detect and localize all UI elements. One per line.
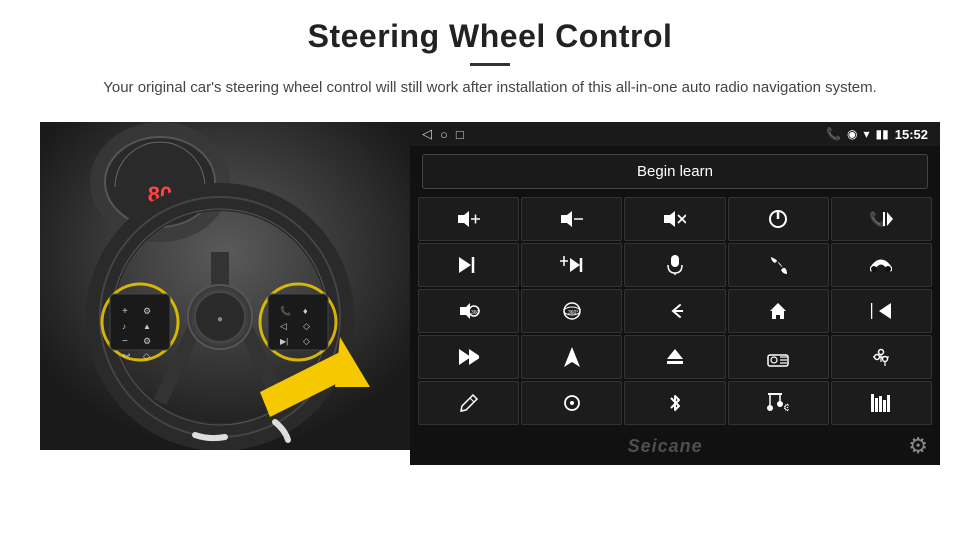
- svg-text:−: −: [122, 336, 128, 347]
- equalizer-button[interactable]: [831, 335, 932, 379]
- call-button[interactable]: [728, 243, 829, 287]
- svg-text:+: +: [122, 306, 128, 317]
- svg-text:◁: ◁: [280, 321, 287, 331]
- svg-text:360°: 360°: [471, 310, 480, 316]
- bluetooth-button[interactable]: [624, 381, 725, 425]
- eject-button[interactable]: [624, 335, 725, 379]
- svg-text:📞: 📞: [280, 305, 292, 316]
- title-divider: [470, 63, 510, 66]
- statusbar-left: ◁ ○ □: [422, 126, 464, 142]
- mute-button[interactable]: [624, 197, 725, 241]
- status-bar: ◁ ○ □ 📞 ◉ ▾ ▮▮ 15:52: [410, 122, 940, 146]
- time-display: 15:52: [895, 127, 928, 142]
- settings-gear-icon[interactable]: ⚙: [908, 433, 928, 459]
- svg-text:360°: 360°: [568, 310, 578, 316]
- home-button[interactable]: [728, 289, 829, 333]
- sound-button[interactable]: 360°: [418, 289, 519, 333]
- svg-text:⚙: ⚙: [143, 336, 151, 346]
- hangup-button[interactable]: [831, 243, 932, 287]
- steering-wheel-image: 80 km/h ● + ♪: [40, 122, 410, 450]
- bars-button[interactable]: [831, 381, 932, 425]
- vol-down-button[interactable]: [521, 197, 622, 241]
- statusbar-right: 📞 ◉ ▾ ▮▮ 15:52: [826, 127, 928, 142]
- svg-text:⚙: ⚙: [143, 306, 151, 316]
- pen-button[interactable]: [418, 381, 519, 425]
- svg-text:●: ●: [217, 314, 223, 325]
- seicane-watermark: Seicane: [422, 436, 908, 457]
- controls-grid: 📞 360°: [410, 197, 940, 429]
- music-button[interactable]: ⚙: [728, 381, 829, 425]
- page-container: Steering Wheel Control Your original car…: [0, 0, 980, 548]
- battery-icon: ▮▮: [876, 127, 889, 141]
- content-area: 80 km/h ● + ♪: [40, 122, 940, 548]
- svg-text:◇: ◇: [303, 321, 310, 331]
- nav-button[interactable]: [521, 335, 622, 379]
- begin-learn-button[interactable]: Begin learn: [422, 154, 928, 189]
- recents-nav-icon[interactable]: □: [456, 127, 464, 142]
- power-button[interactable]: [728, 197, 829, 241]
- svg-text:♦: ♦: [303, 306, 308, 316]
- svg-text:◇: ◇: [303, 336, 310, 346]
- svg-text:⚙: ⚙: [783, 403, 789, 413]
- radio-button[interactable]: [728, 335, 829, 379]
- location-icon: ◉: [847, 127, 857, 141]
- phone-icon: 📞: [826, 127, 841, 141]
- subtitle: Your original car's steering wheel contr…: [103, 76, 877, 100]
- next-button[interactable]: [418, 243, 519, 287]
- title-section: Steering Wheel Control Your original car…: [103, 18, 877, 114]
- back-button[interactable]: [624, 289, 725, 333]
- circle-button[interactable]: [521, 381, 622, 425]
- call-prev-button[interactable]: 📞: [831, 197, 932, 241]
- svg-text:♪: ♪: [122, 322, 126, 331]
- android-panel: ◁ ○ □ 📞 ◉ ▾ ▮▮ 15:52 Begin learn: [410, 122, 940, 450]
- android-bottom: Seicane ⚙: [410, 429, 940, 465]
- back-nav-icon[interactable]: ◁: [422, 126, 432, 142]
- page-title: Steering Wheel Control: [103, 18, 877, 55]
- svg-text:◇: ◇: [143, 351, 150, 361]
- svg-text:▲: ▲: [143, 322, 151, 331]
- 360-button[interactable]: 360°: [521, 289, 622, 333]
- svg-text:↩: ↩: [122, 351, 130, 362]
- skip-button[interactable]: [521, 243, 622, 287]
- vol-up-button[interactable]: [418, 197, 519, 241]
- wifi-icon: ▾: [864, 127, 870, 141]
- mic-button[interactable]: [624, 243, 725, 287]
- fast-fwd-button[interactable]: [418, 335, 519, 379]
- home-nav-icon[interactable]: ○: [440, 127, 448, 142]
- prev-prev-button[interactable]: [831, 289, 932, 333]
- svg-text:▶|: ▶|: [280, 337, 288, 346]
